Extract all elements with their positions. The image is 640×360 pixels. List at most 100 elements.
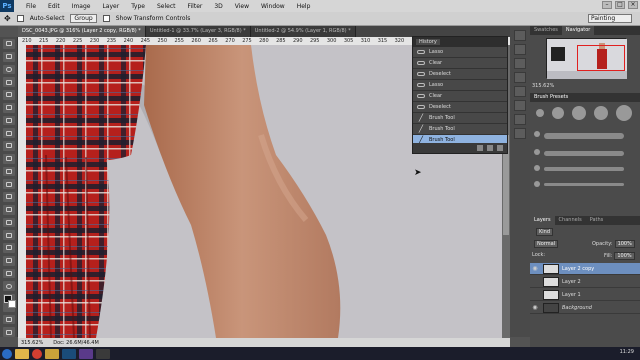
move-tool-icon[interactable]: ✥	[4, 14, 11, 23]
menu-file[interactable]: File	[20, 3, 42, 10]
brush-preset[interactable]	[572, 106, 586, 120]
menu-3d[interactable]: 3D	[208, 3, 228, 10]
path-select-tool-icon[interactable]	[2, 243, 15, 253]
chrome-icon[interactable]	[32, 348, 42, 359]
marquee-tool-icon[interactable]	[2, 51, 15, 62]
fill-control[interactable]: Fill: 100%	[604, 252, 635, 260]
new-document-icon[interactable]	[477, 145, 483, 151]
tab-paths[interactable]: Paths	[586, 216, 608, 225]
minimize-button[interactable]: –	[602, 1, 612, 9]
maximize-button[interactable]: □	[615, 1, 625, 9]
menu-filter[interactable]: Filter	[182, 3, 209, 10]
menu-select[interactable]: Select	[151, 3, 182, 10]
ruler-tick: 245	[140, 38, 151, 44]
type-tool-icon[interactable]	[2, 230, 15, 240]
character-panel-icon[interactable]	[514, 58, 526, 69]
adjustments-panel-icon[interactable]	[514, 114, 526, 125]
ruler-tick: 290	[293, 38, 303, 44]
eyedropper-tool-icon[interactable]	[2, 102, 15, 113]
history-item[interactable]: Clear	[413, 58, 507, 69]
history-tab[interactable]: History	[416, 39, 440, 45]
doc-tab-3[interactable]: Untitled-2 @ 54.9% (Layer 1, RGB/8) *	[250, 26, 356, 37]
history-panel-icon[interactable]	[514, 30, 526, 41]
app-taskbar-icon[interactable]	[79, 348, 93, 359]
tab-layers[interactable]: Layers	[530, 216, 555, 225]
layer-kind-filter[interactable]: Kind	[534, 228, 554, 236]
navigator-zoom[interactable]: 315.62%	[532, 83, 554, 89]
layer-row[interactable]: Layer 2	[530, 276, 640, 288]
crop-tool-icon[interactable]	[2, 90, 15, 100]
history-item[interactable]: Lasso	[413, 80, 507, 91]
brush-preset[interactable]	[536, 109, 544, 117]
tab-channels[interactable]: Channels	[555, 216, 586, 225]
doc-tab-2[interactable]: Untitled-1 @ 33.7% (Layer 3, RGB/8) *	[145, 26, 251, 37]
history-item[interactable]: ╱ Brush Tool	[413, 124, 507, 135]
shape-tool-icon[interactable]	[2, 255, 15, 266]
tab-navigator[interactable]: Navigator	[561, 26, 595, 35]
history-item[interactable]: Lasso	[413, 47, 507, 58]
folder-icon[interactable]	[45, 348, 59, 359]
menu-layer[interactable]: Layer	[96, 3, 125, 10]
dodge-tool-icon[interactable]	[2, 204, 15, 215]
auto-select-checkbox[interactable]	[16, 15, 24, 22]
explorer-icon[interactable]	[15, 348, 29, 359]
paragraph-panel-icon[interactable]	[514, 72, 526, 83]
doc-tab-1[interactable]: DSC_0043.JPG @ 316% (Layer 2 copy, RGB/8…	[18, 26, 146, 37]
ruler-tick: 225	[72, 38, 83, 44]
brush-tool-icon[interactable]	[2, 128, 15, 138]
blend-mode-select[interactable]: Normal	[532, 240, 559, 248]
navigator-view-box[interactable]	[577, 45, 625, 71]
layer-row[interactable]: ◉ Background	[530, 302, 640, 314]
clone-stamp-tool-icon[interactable]	[2, 141, 15, 151]
eye-icon[interactable]: ◉	[530, 304, 540, 311]
brush-preset[interactable]	[552, 107, 564, 119]
brush-presets-tab[interactable]: Brush Presets	[530, 93, 640, 102]
color-swatches[interactable]	[2, 294, 16, 312]
history-brush-tool-icon[interactable]	[2, 153, 15, 164]
history-item[interactable]: Deselect	[413, 69, 507, 80]
screen-mode-icon[interactable]	[2, 327, 15, 338]
app-taskbar-icon[interactable]	[96, 348, 110, 359]
menu-edit[interactable]: Edit	[42, 3, 66, 10]
trash-icon[interactable]	[497, 145, 503, 151]
pen-tool-icon[interactable]	[2, 217, 15, 228]
navigator-thumbnail[interactable]	[546, 38, 627, 79]
menu-help[interactable]: Help	[291, 3, 317, 10]
layer-row[interactable]: Layer 1	[530, 289, 640, 301]
camera-icon[interactable]	[487, 145, 493, 151]
history-item[interactable]: ╱ Brush Tool	[413, 113, 507, 124]
healing-brush-tool-icon[interactable]	[2, 115, 15, 126]
workspace-select[interactable]: Painting	[588, 14, 632, 23]
zoom-tool-icon[interactable]	[2, 281, 15, 291]
gradient-tool-icon[interactable]	[2, 179, 15, 189]
menu-window[interactable]: Window	[255, 3, 291, 10]
opacity-control[interactable]: Opacity: 100%	[592, 240, 635, 248]
history-item[interactable]: Deselect	[413, 102, 507, 113]
brush-preset[interactable]	[616, 105, 632, 121]
menu-image[interactable]: Image	[66, 3, 97, 10]
quick-mask-icon[interactable]	[2, 314, 15, 325]
info-panel-icon[interactable]	[514, 128, 526, 139]
show-transform-checkbox[interactable]	[102, 15, 110, 22]
brush-preset[interactable]	[594, 106, 608, 120]
menu-type[interactable]: Type	[125, 3, 151, 10]
actions-panel-icon[interactable]	[514, 44, 526, 55]
hand-tool-icon[interactable]	[2, 268, 15, 279]
tab-swatches[interactable]: Swatches	[530, 26, 562, 35]
eye-icon[interactable]: ◉	[530, 265, 540, 272]
clone-source-panel-icon[interactable]	[514, 100, 526, 111]
move-tool-icon[interactable]	[2, 39, 15, 49]
layer-row[interactable]: ◉ Layer 2 copy	[530, 263, 640, 275]
history-item[interactable]: Clear	[413, 91, 507, 102]
close-button[interactable]: ×	[628, 1, 638, 9]
status-zoom[interactable]: 315.62%	[21, 340, 43, 346]
lasso-tool-icon[interactable]	[2, 64, 15, 75]
eraser-tool-icon[interactable]	[2, 166, 15, 177]
start-icon[interactable]	[2, 348, 12, 359]
photoshop-taskbar-icon[interactable]	[62, 348, 76, 359]
blur-tool-icon[interactable]	[2, 192, 15, 202]
group-select[interactable]: Group	[70, 14, 97, 23]
menu-view[interactable]: View	[229, 3, 255, 10]
brush-panel-icon[interactable]	[514, 86, 526, 97]
quick-select-tool-icon[interactable]	[2, 77, 15, 87]
